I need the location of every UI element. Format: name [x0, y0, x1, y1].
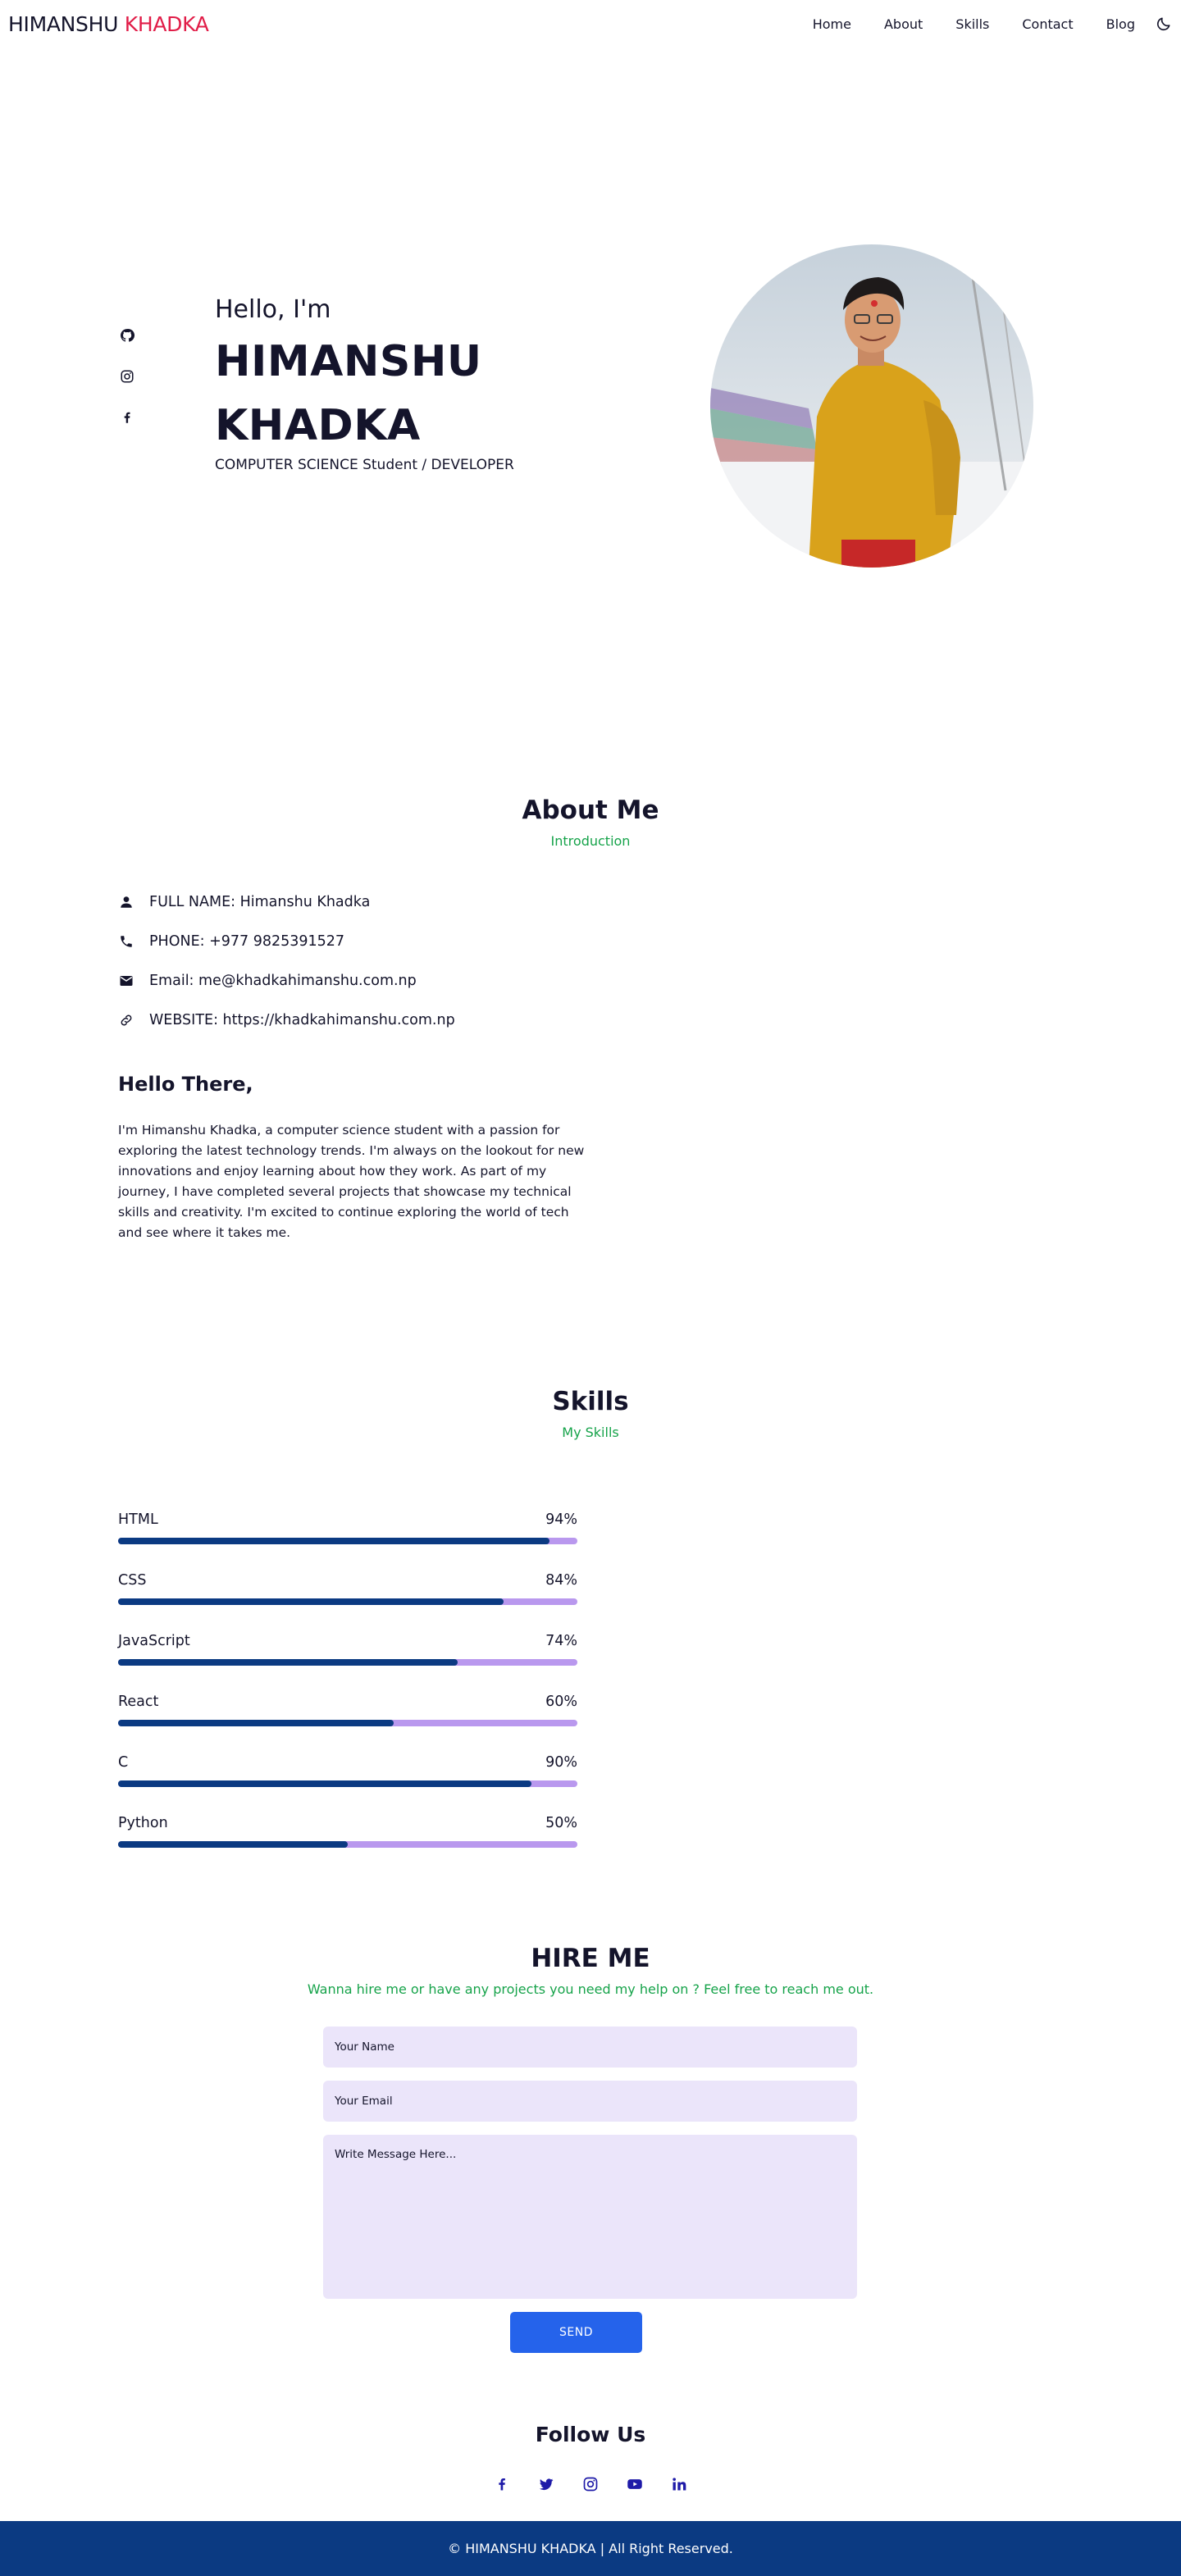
info-email-text: Email: me@khadkahimanshu.com.np	[149, 973, 417, 989]
profile-photo	[710, 244, 1033, 568]
github-icon[interactable]	[118, 326, 136, 344]
skill-item: CSS 84%	[118, 1572, 577, 1612]
nav-about[interactable]: About	[884, 16, 923, 32]
skill-progress-track	[118, 1538, 577, 1544]
info-website-text: WEBSITE: https://khadkahimanshu.com.np	[149, 1012, 455, 1028]
about-subtitle: Introduction	[550, 833, 631, 849]
skill-item: React 60%	[118, 1694, 577, 1733]
site-footer: © HIMANSHU KHADKA | All Right Reserved.	[0, 2521, 1181, 2576]
site-logo[interactable]: HIMANSHU KHADKA	[8, 12, 209, 36]
hero-greeting: Hello, I'm	[215, 295, 331, 324]
skill-percent: 84%	[545, 1572, 577, 1589]
skill-name: React	[118, 1694, 159, 1710]
linkedin-icon[interactable]	[670, 2475, 688, 2493]
skill-progress-track	[118, 1780, 577, 1787]
hero-role: COMPUTER SCIENCE Student / DEVELOPER	[215, 457, 514, 473]
mail-icon	[118, 973, 135, 989]
instagram-icon[interactable]	[118, 367, 136, 385]
skill-name: Python	[118, 1815, 168, 1831]
person-icon	[118, 894, 135, 910]
hire-subtitle: Wanna hire me or have any projects you n…	[307, 1981, 874, 1997]
skill-percent: 74%	[545, 1633, 577, 1649]
logo-first-name: HIMANSHU	[8, 11, 119, 36]
about-heading: Hello There,	[118, 1073, 253, 1096]
skill-progress-track	[118, 1598, 577, 1605]
skill-progress-fill	[118, 1538, 550, 1544]
skill-header: CSS 84%	[118, 1572, 577, 1589]
skill-percent: 94%	[545, 1511, 577, 1528]
info-email: Email: me@khadkahimanshu.com.np	[118, 971, 417, 991]
skill-header: React 60%	[118, 1694, 577, 1710]
skill-progress-fill	[118, 1659, 458, 1666]
info-full-name: FULL NAME: Himanshu Khadka	[118, 892, 370, 912]
skills-title: Skills	[552, 1387, 629, 1416]
skill-progress-fill	[118, 1841, 348, 1848]
skill-progress-track	[118, 1659, 577, 1666]
skills-subtitle: My Skills	[562, 1425, 619, 1440]
logo-last-name: KHADKA	[124, 11, 209, 36]
nav-home[interactable]: Home	[813, 16, 851, 32]
nav-contact[interactable]: Contact	[1022, 16, 1073, 32]
site-header: HIMANSHU KHADKA Home About Skills Contac…	[0, 0, 1181, 48]
send-button[interactable]: SEND	[510, 2312, 642, 2353]
nav-skills[interactable]: Skills	[955, 16, 989, 32]
footer-copyright: © HIMANSHU KHADKA | All Right Reserved.	[448, 2541, 733, 2556]
link-icon	[118, 1012, 135, 1028]
about-title: About Me	[522, 796, 659, 825]
skill-header: C 90%	[118, 1754, 577, 1771]
skill-header: HTML 94%	[118, 1511, 577, 1528]
about-bio: I'm Himanshu Khadka, a computer science …	[118, 1123, 585, 1240]
skill-name: JavaScript	[118, 1633, 190, 1649]
skill-name: HTML	[118, 1511, 158, 1528]
skill-header: Python 50%	[118, 1815, 577, 1831]
skill-progress-fill	[118, 1780, 531, 1787]
info-website: WEBSITE: https://khadkahimanshu.com.np	[118, 1010, 455, 1030]
nav-blog[interactable]: Blog	[1106, 16, 1135, 32]
skill-percent: 50%	[545, 1815, 577, 1831]
skill-progress-track	[118, 1841, 577, 1848]
info-full-name-text: FULL NAME: Himanshu Khadka	[149, 894, 371, 910]
skill-progress-fill	[118, 1720, 394, 1726]
skill-percent: 60%	[545, 1694, 577, 1710]
skill-header: JavaScript 74%	[118, 1633, 577, 1649]
hero-name: HIMANSHU KHADKA	[215, 337, 482, 450]
skill-item: HTML 94%	[118, 1511, 577, 1551]
moon-icon[interactable]	[1155, 15, 1173, 33]
twitter-icon[interactable]	[537, 2475, 555, 2493]
skill-name: CSS	[118, 1572, 147, 1589]
skill-progress-fill	[118, 1598, 504, 1605]
hire-title: HIRE ME	[531, 1944, 650, 1973]
facebook-icon[interactable]	[118, 408, 136, 426]
hero-social-links	[118, 326, 136, 449]
info-phone-text: PHONE: +977 9825391527	[149, 933, 345, 950]
follow-social-links	[0, 2475, 1181, 2493]
youtube-icon[interactable]	[626, 2475, 644, 2493]
skill-item: Python 50%	[118, 1815, 577, 1854]
skill-percent: 90%	[545, 1754, 577, 1771]
skill-progress-track	[118, 1720, 577, 1726]
info-phone: PHONE: +977 9825391527	[118, 932, 344, 951]
phone-icon	[118, 933, 135, 950]
name-input[interactable]	[323, 2027, 857, 2068]
skill-item: JavaScript 74%	[118, 1633, 577, 1672]
message-textarea[interactable]	[323, 2135, 857, 2299]
skill-item: C 90%	[118, 1754, 577, 1794]
instagram-icon[interactable]	[581, 2475, 600, 2493]
follow-title: Follow Us	[535, 2423, 646, 2446]
skill-name: C	[118, 1754, 129, 1771]
email-input[interactable]	[323, 2081, 857, 2122]
facebook-icon[interactable]	[493, 2475, 511, 2493]
main-nav: Home About Skills Contact Blog	[813, 15, 1173, 33]
